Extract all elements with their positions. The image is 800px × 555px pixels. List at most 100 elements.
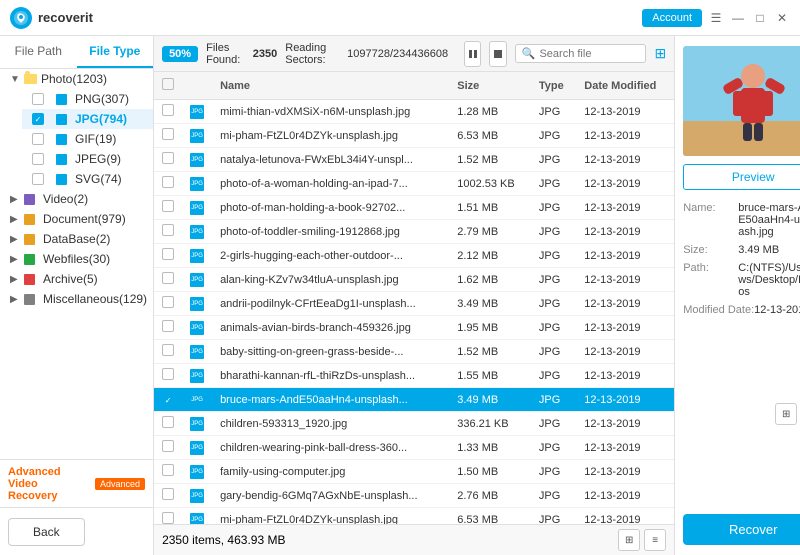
tree-item-archive[interactable]: ▶ Archive(5) <box>0 269 153 289</box>
row-checkbox[interactable] <box>162 296 174 308</box>
tab-filetype[interactable]: File Type <box>77 36 154 68</box>
recover-button[interactable]: Recover <box>683 514 800 545</box>
pause-button[interactable] <box>464 41 481 67</box>
table-row[interactable]: JPG natalya-letunova-FWxEbL34i4Y-unspl..… <box>154 148 674 172</box>
row-checkbox[interactable] <box>162 488 174 500</box>
table-row[interactable]: JPG mi-pham-FtZL0r4DZYk-unsplash.jpg 6.5… <box>154 508 674 525</box>
tree-item-document[interactable]: ▶ Document(979) <box>0 209 153 229</box>
tree-item-webfiles[interactable]: ▶ Webfiles(30) <box>0 249 153 269</box>
checkbox-svg[interactable] <box>32 173 44 185</box>
row-date-cell: 12-13-2019 <box>576 508 674 525</box>
row-checkbox-cell <box>154 148 182 172</box>
row-checkbox[interactable] <box>162 464 174 476</box>
label-svg: SVG(74) <box>75 172 122 186</box>
expand-arrow-misc: ▶ <box>10 294 20 305</box>
row-checkbox[interactable] <box>162 176 174 188</box>
table-row[interactable]: JPG gary-bendig-6GMq7AGxNbE-unsplash... … <box>154 484 674 508</box>
row-checkbox[interactable] <box>162 152 174 164</box>
filter-icon[interactable]: ⊞ <box>654 45 666 62</box>
table-row[interactable]: JPG family-using-computer.jpg 1.50 MB JP… <box>154 460 674 484</box>
back-bar: Back <box>0 507 153 555</box>
label-jpg: JPG(794) <box>75 112 127 126</box>
header-date[interactable]: Date Modified <box>576 72 674 100</box>
video-icon <box>24 194 35 205</box>
row-checkbox[interactable] <box>162 272 174 284</box>
grid-view-icon[interactable]: ⊞ <box>618 529 640 551</box>
row-date-cell: 12-13-2019 <box>576 364 674 388</box>
label-database: DataBase(2) <box>43 232 110 246</box>
table-row[interactable]: JPG 2-girls-hugging-each-other-outdoor-.… <box>154 244 674 268</box>
list-view-icon[interactable]: ≡ <box>644 529 666 551</box>
sidebar-tabs: File Path File Type <box>0 36 153 69</box>
file-name: alan-king-KZv7w34tluA-unsplash.jpg <box>220 274 399 286</box>
restore-button[interactable]: □ <box>752 10 768 26</box>
checkbox-jpg[interactable]: ✓ <box>32 113 44 125</box>
tree-item-svg[interactable]: SVG(74) <box>22 169 153 189</box>
table-row[interactable]: JPG animals-avian-birds-branch-459326.jp… <box>154 316 674 340</box>
table-row[interactable]: JPG andrii-podilnyk-CFrtEeaDg1I-unsplash… <box>154 292 674 316</box>
tree-item-misc[interactable]: ▶ Miscellaneous(129) <box>0 289 153 309</box>
row-checkbox[interactable] <box>162 200 174 212</box>
row-name-cell: 2-girls-hugging-each-other-outdoor-... <box>212 244 449 268</box>
row-date-cell: 12-13-2019 <box>576 436 674 460</box>
row-date-cell: 12-13-2019 <box>576 148 674 172</box>
row-checkbox-cell <box>154 244 182 268</box>
close-button[interactable]: ✕ <box>774 10 790 26</box>
table-row[interactable]: JPG children-593313_1920.jpg 336.21 KB J… <box>154 412 674 436</box>
checkbox-png[interactable] <box>32 93 44 105</box>
table-row[interactable]: ✓ JPG bruce-mars-AndE50aaHn4-unsplash...… <box>154 388 674 412</box>
tree-item-video[interactable]: ▶ Video(2) <box>0 189 153 209</box>
menu-button[interactable]: ☰ <box>708 10 724 26</box>
row-checkbox-cell <box>154 364 182 388</box>
tree-item-jpeg[interactable]: JPEG(9) <box>22 149 153 169</box>
stop-button[interactable] <box>489 41 506 67</box>
file-name: mi-pham-FtZL0r4DZYk-unsplash.jpg <box>220 514 398 525</box>
grid-view-panel-icon[interactable]: ⊞ <box>775 403 797 425</box>
label-video: Video(2) <box>43 192 88 206</box>
row-checkbox[interactable] <box>162 320 174 332</box>
tab-filepath[interactable]: File Path <box>0 36 77 68</box>
preview-button[interactable]: Preview <box>683 164 800 190</box>
tree-item-jpg[interactable]: ✓ JPG(794) <box>22 109 153 129</box>
checkbox-gif[interactable] <box>32 133 44 145</box>
tree-item-png[interactable]: PNG(307) <box>22 89 153 109</box>
table-row[interactable]: JPG baby-sitting-on-green-grass-beside-.… <box>154 340 674 364</box>
table-row[interactable]: JPG mi-pham-FtZL0r4DZYk-unsplash.jpg 6.5… <box>154 124 674 148</box>
row-checkbox[interactable] <box>162 224 174 236</box>
header-type[interactable]: Type <box>531 72 576 100</box>
table-row[interactable]: JPG photo-of-toddler-smiling-1912868.jpg… <box>154 220 674 244</box>
row-name-cell: natalya-letunova-FWxEbL34i4Y-unspl... <box>212 148 449 172</box>
table-row[interactable]: JPG bharathi-kannan-rfL-thiRzDs-unsplash… <box>154 364 674 388</box>
table-row[interactable]: JPG photo-of-man-holding-a-book-92702...… <box>154 196 674 220</box>
row-checkbox[interactable] <box>162 344 174 356</box>
tree-item-photo[interactable]: ▼ Photo(1203) <box>0 69 153 89</box>
advanced-video-label[interactable]: Advanced Video Recovery <box>8 466 89 502</box>
row-date-cell: 12-13-2019 <box>576 268 674 292</box>
table-row[interactable]: JPG alan-king-KZv7w34tluA-unsplash.jpg 1… <box>154 268 674 292</box>
table-row[interactable]: JPG children-wearing-pink-ball-dress-360… <box>154 436 674 460</box>
tree-item-database[interactable]: ▶ DataBase(2) <box>0 229 153 249</box>
row-checkbox[interactable] <box>162 104 174 116</box>
table-row[interactable]: JPG mimi-thian-vdXMSiX-n6M-unsplash.jpg … <box>154 100 674 124</box>
checkbox-jpeg[interactable] <box>32 153 44 165</box>
row-checkbox[interactable] <box>162 416 174 428</box>
row-size-cell: 2.12 MB <box>449 244 531 268</box>
meta-name-row: Name: bruce-mars-AndE50aaHn4-unsplash.jp… <box>683 202 800 238</box>
tree-item-gif[interactable]: GIF(19) <box>22 129 153 149</box>
row-checkbox[interactable] <box>162 440 174 452</box>
row-checkbox[interactable] <box>162 248 174 260</box>
back-button[interactable]: Back <box>8 518 85 546</box>
search-input[interactable] <box>539 48 639 60</box>
row-checkbox[interactable]: ✓ <box>162 394 174 406</box>
row-checkbox[interactable] <box>162 128 174 140</box>
row-checkbox[interactable] <box>162 512 174 524</box>
row-checkbox[interactable] <box>162 368 174 380</box>
row-size-cell: 3.49 MB <box>449 388 531 412</box>
table-row[interactable]: JPG photo-of-a-woman-holding-an-ipad-7..… <box>154 172 674 196</box>
minimize-button[interactable]: — <box>730 10 746 26</box>
header-size[interactable]: Size <box>449 72 531 100</box>
row-date-cell: 12-13-2019 <box>576 388 674 412</box>
header-checkbox[interactable] <box>154 72 182 100</box>
account-button[interactable]: Account <box>642 9 702 27</box>
header-name[interactable]: Name <box>212 72 449 100</box>
